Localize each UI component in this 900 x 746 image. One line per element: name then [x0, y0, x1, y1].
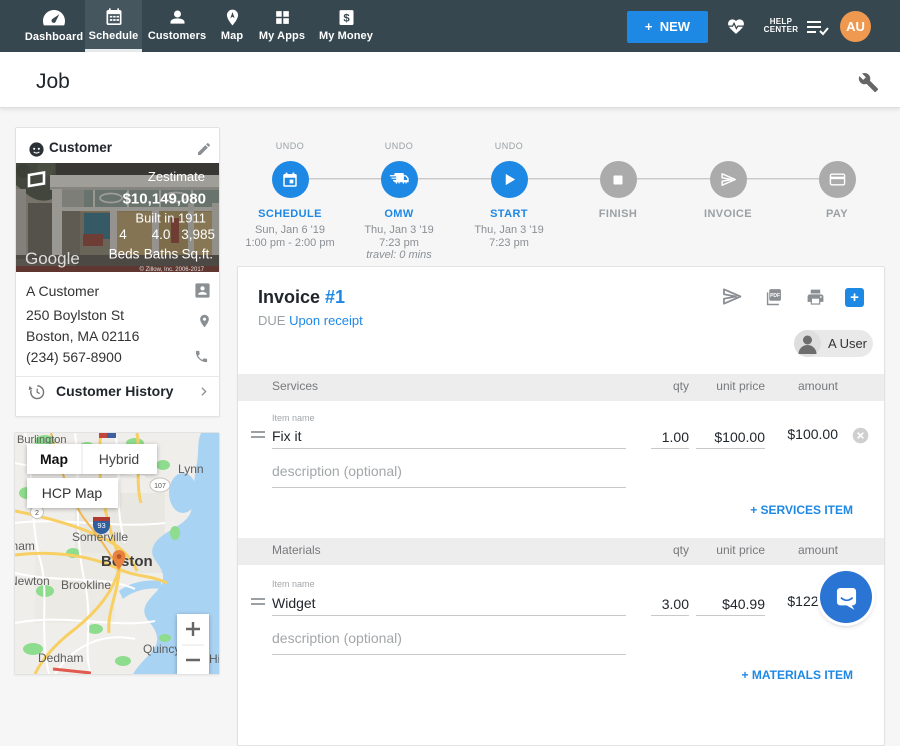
svg-text:Beds: Beds [109, 247, 140, 262]
svg-text:Newton: Newton [15, 574, 50, 588]
svg-text:Baths: Baths [144, 247, 179, 262]
svg-text:Google: Google [25, 249, 80, 268]
svg-text:4.0: 4.0 [152, 227, 171, 242]
svg-text:PDF: PDF [770, 293, 780, 299]
svg-text:93: 93 [97, 521, 105, 530]
svg-text:Hybrid: Hybrid [99, 451, 139, 467]
svg-text:HCP Map: HCP Map [42, 485, 103, 501]
svg-text:Brookline: Brookline [61, 578, 111, 592]
svg-text:Map: Map [40, 451, 68, 467]
svg-text:Sq.ft.: Sq.ft. [181, 247, 213, 262]
svg-text:Boston: Boston [101, 553, 153, 570]
svg-text:4: 4 [119, 227, 127, 242]
svg-text:3,985: 3,985 [181, 227, 215, 242]
svg-text:2: 2 [35, 510, 39, 517]
svg-text:Built in 1911: Built in 1911 [135, 211, 206, 226]
svg-text:Dedham: Dedham [38, 651, 83, 665]
svg-text:107: 107 [154, 483, 166, 490]
svg-text:Zestimate: Zestimate [148, 169, 205, 184]
svg-text:© Zillow, Inc. 2006-2017: © Zillow, Inc. 2006-2017 [140, 266, 205, 272]
svg-text:Hi: Hi [209, 652, 219, 666]
svg-text:Quincy: Quincy [143, 642, 180, 656]
svg-text:Lynn: Lynn [178, 462, 204, 476]
svg-text:Waltham: Waltham [15, 539, 35, 553]
svg-text:$: $ [343, 12, 350, 24]
svg-text:$10,149,080: $10,149,080 [123, 191, 206, 208]
